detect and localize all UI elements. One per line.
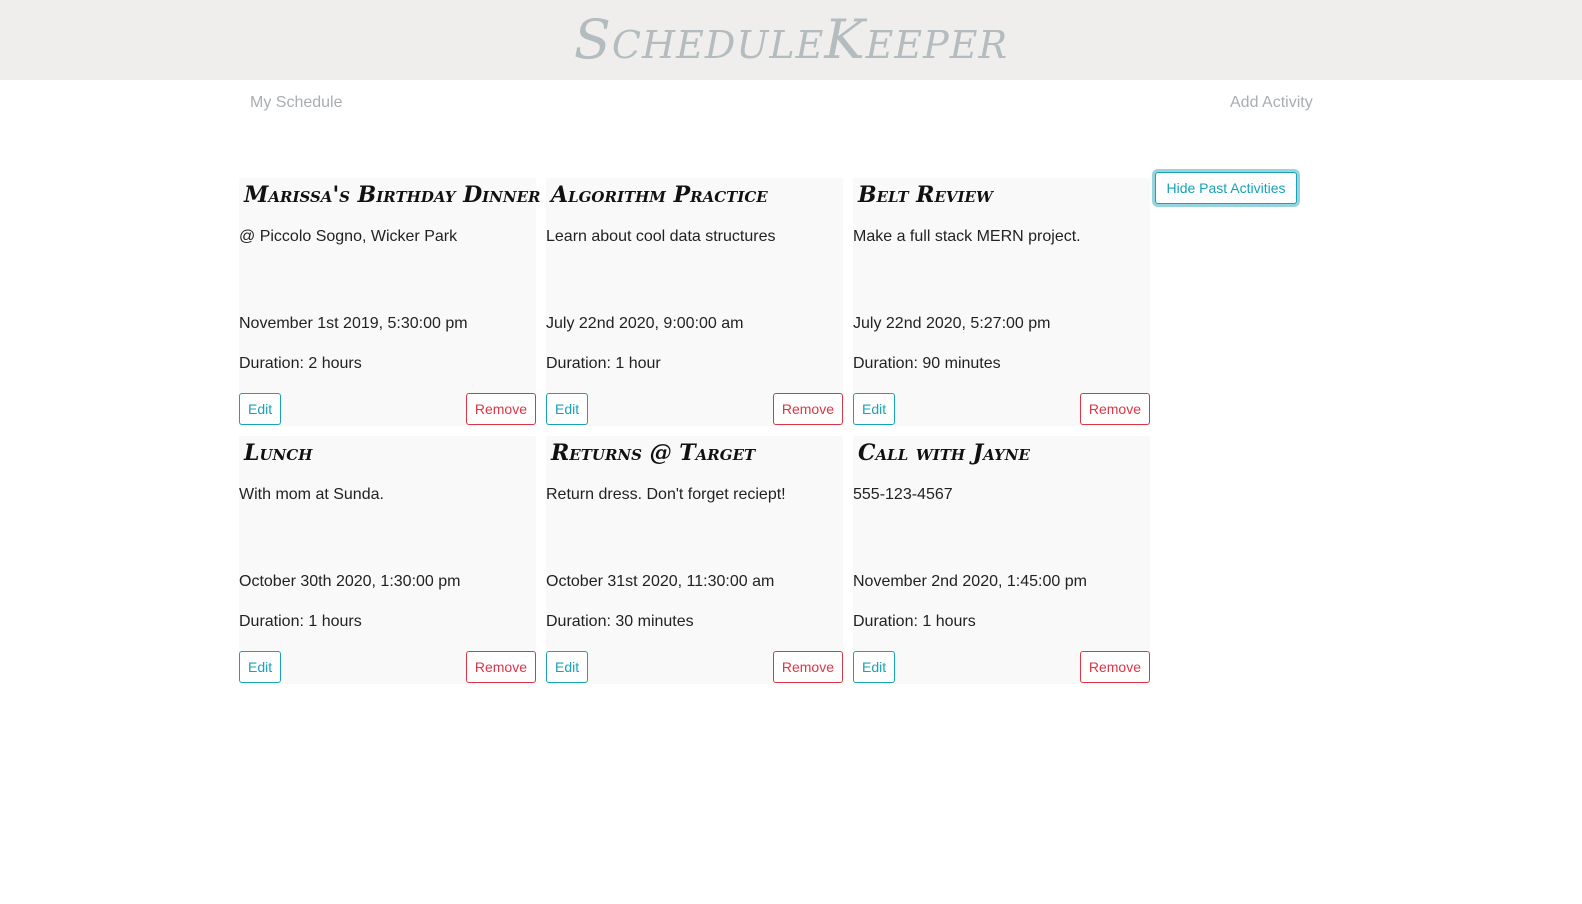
activity-description: Make a full stack MERN project. (853, 228, 1081, 245)
remove-button[interactable]: Remove (465, 651, 536, 683)
activity-duration: Duration: 1 hour (546, 355, 661, 372)
activity-duration: Duration: 90 minutes (853, 355, 1001, 372)
edit-button[interactable]: Edit (239, 651, 282, 683)
activity-card: Returns @ Target Return dress. Don't for… (546, 436, 843, 684)
app-header: ScheduleKeeper (0, 0, 1582, 80)
activity-datetime: July 22nd 2020, 9:00:00 am (546, 315, 744, 332)
activity-duration: Duration: 1 hours (239, 613, 362, 630)
edit-button[interactable]: Edit (239, 393, 282, 425)
edit-button[interactable]: Edit (853, 393, 896, 425)
remove-button[interactable]: Remove (1079, 393, 1150, 425)
remove-button[interactable]: Remove (465, 393, 536, 425)
activity-datetime: November 1st 2019, 5:30:00 pm (239, 315, 468, 332)
hide-past-activities-button[interactable]: Hide Past Activities (1155, 172, 1297, 204)
activity-title: Returns @ Target (551, 440, 756, 466)
activity-description: Learn about cool data structures (546, 228, 776, 245)
activity-title: Algorithm Practice (551, 182, 768, 208)
activity-datetime: July 22nd 2020, 5:27:00 pm (853, 315, 1051, 332)
activity-title: Belt Review (858, 182, 993, 208)
activity-description: Return dress. Don't forget reciept! (546, 486, 786, 503)
activity-description: 555-123-4567 (853, 486, 953, 503)
activity-grid: Marissa's Birthday Dinner @ Piccolo Sogn… (239, 178, 1151, 684)
nav-my-schedule-link[interactable]: My Schedule (250, 94, 343, 112)
activity-duration: Duration: 30 minutes (546, 613, 694, 630)
activity-card: Algorithm Practice Learn about cool data… (546, 178, 843, 426)
activity-card: Call with Jayne 555-123-4567 November 2n… (853, 436, 1150, 684)
activity-datetime: October 30th 2020, 1:30:00 pm (239, 573, 461, 590)
activity-title: Marissa's Birthday Dinner (244, 182, 541, 208)
activity-card: Belt Review Make a full stack MERN proje… (853, 178, 1150, 426)
nav-add-activity-link[interactable]: Add Activity (1230, 94, 1313, 112)
activity-card: Marissa's Birthday Dinner @ Piccolo Sogn… (239, 178, 541, 426)
edit-button[interactable]: Edit (853, 651, 896, 683)
edit-button[interactable]: Edit (546, 651, 589, 683)
activity-title: Lunch (244, 440, 313, 466)
activity-datetime: October 31st 2020, 11:30:00 am (546, 573, 775, 590)
remove-button[interactable]: Remove (772, 651, 843, 683)
activity-title: Call with Jayne (858, 440, 1030, 466)
activity-description: With mom at Sunda. (239, 486, 384, 503)
activity-duration: Duration: 2 hours (239, 355, 362, 372)
remove-button[interactable]: Remove (1079, 651, 1150, 683)
app-logo[interactable]: ScheduleKeeper (574, 8, 1008, 72)
activity-card: Lunch With mom at Sunda. October 30th 20… (239, 436, 536, 684)
edit-button[interactable]: Edit (546, 393, 589, 425)
activity-description: @ Piccolo Sogno, Wicker Park (239, 228, 458, 245)
activity-duration: Duration: 1 hours (853, 613, 976, 630)
remove-button[interactable]: Remove (772, 393, 843, 425)
activity-datetime: November 2nd 2020, 1:45:00 pm (853, 573, 1087, 590)
